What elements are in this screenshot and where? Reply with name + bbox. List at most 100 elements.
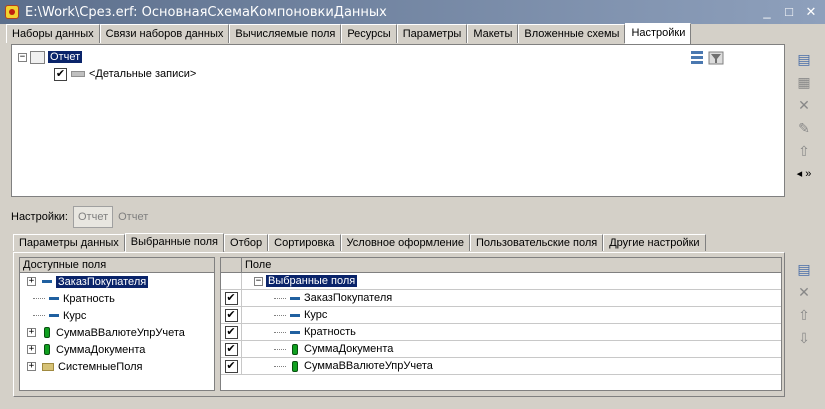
- check-column-header[interactable]: [221, 258, 242, 272]
- list-item[interactable]: + ЗаказПокупателя: [20, 273, 214, 290]
- table-row[interactable]: ✔ ЗаказПокупателя: [221, 289, 781, 307]
- expand-icon[interactable]: +: [27, 362, 36, 371]
- tab-dataset-links[interactable]: Связи наборов данных: [99, 24, 230, 43]
- delete-icon[interactable]: ✕: [795, 96, 813, 114]
- detail-records-icon: [71, 71, 85, 77]
- add-nested-icon[interactable]: ▦: [795, 73, 813, 91]
- settings-report-button[interactable]: Отчет: [73, 206, 114, 228]
- field-label[interactable]: Курс: [304, 309, 327, 321]
- field-icon: [290, 330, 300, 334]
- move-up-icon[interactable]: ⇧: [795, 306, 813, 324]
- table-row[interactable]: ✔ СуммаДокумента: [221, 340, 781, 358]
- available-fields-list[interactable]: Доступные поля + ЗаказПокупателя Кратнос…: [19, 257, 215, 391]
- title-bar: E:\Work\Срез.erf: ОсновнаяСхемаКомпоновк…: [0, 0, 825, 24]
- folder-icon: [42, 362, 54, 371]
- table-row[interactable]: ✔ Кратность: [221, 323, 781, 341]
- tree-line: [274, 365, 286, 367]
- field-label[interactable]: ЗаказПокупателя: [56, 275, 149, 288]
- tree-child-label[interactable]: <Детальные записи>: [89, 68, 196, 80]
- delete-field-icon[interactable]: ✕: [795, 283, 813, 301]
- field-icon: [290, 313, 300, 317]
- maximize-button[interactable]: □: [779, 3, 799, 20]
- tab-layouts[interactable]: Макеты: [467, 24, 519, 43]
- tree-row-report[interactable]: − Отчет: [18, 49, 83, 65]
- check-cell: [221, 272, 242, 290]
- field-icon: [49, 297, 59, 300]
- field-label[interactable]: СуммаДокумента: [304, 343, 393, 355]
- table-row[interactable]: ✔ СуммаВВалютеУпрУчета: [221, 357, 781, 375]
- detail-checkbox[interactable]: ✔: [54, 67, 67, 81]
- tree-root-label[interactable]: Отчет: [48, 51, 83, 63]
- list-item[interactable]: + СистемныеПоля: [20, 358, 214, 375]
- field-column-header[interactable]: Поле: [242, 258, 271, 272]
- add-field-icon[interactable]: ▤: [795, 260, 813, 278]
- tab-nested-schemas[interactable]: Вложенные схемы: [518, 24, 626, 43]
- selected-root-label[interactable]: Выбранные поля: [266, 275, 358, 287]
- top-tabs: Наборы данных Связи наборов данных Вычис…: [6, 23, 692, 44]
- field-icon: [42, 280, 52, 283]
- tab-conditional-format[interactable]: Условное оформление: [340, 234, 470, 251]
- tab-other-settings[interactable]: Другие настройки: [603, 234, 706, 251]
- resource-icon: [292, 360, 298, 372]
- tab-settings[interactable]: Настройки: [625, 23, 692, 44]
- field-label[interactable]: Кратность: [304, 326, 356, 338]
- field-checkbox[interactable]: ✔: [224, 325, 238, 339]
- field-checkbox[interactable]: ✔: [224, 291, 238, 305]
- selected-fields-grid[interactable]: Поле − Выбранные поля ✔ ЗаказПокупателя …: [220, 257, 782, 391]
- tab-parameters[interactable]: Параметры: [396, 24, 468, 43]
- tab-selected-fields[interactable]: Выбранные поля: [124, 233, 225, 252]
- app-icon: [5, 5, 19, 19]
- expand-icon[interactable]: +: [27, 345, 36, 354]
- tree-line: [274, 348, 286, 350]
- field-icon: [290, 296, 300, 300]
- table-row[interactable]: ✔ Курс: [221, 306, 781, 324]
- field-label[interactable]: СуммаВВалютеУпрУчета: [56, 327, 185, 339]
- list-item[interactable]: + СуммаВВалютеУпрУчета: [20, 324, 214, 341]
- filter-icon[interactable]: [708, 51, 724, 65]
- field-label[interactable]: СуммаДокумента: [56, 344, 145, 356]
- collapse-icon[interactable]: −: [254, 276, 263, 286]
- tab-datasets[interactable]: Наборы данных: [6, 24, 100, 43]
- list-item[interactable]: Кратность: [20, 290, 214, 307]
- field-checkbox[interactable]: ✔: [224, 359, 238, 373]
- tab-calculated-fields[interactable]: Вычисляемые поля: [229, 24, 342, 43]
- tab-sorting[interactable]: Сортировка: [268, 234, 341, 251]
- tree-line: [274, 331, 286, 333]
- add-group-icon[interactable]: ▤: [795, 50, 813, 68]
- field-label[interactable]: СуммаВВалютеУпрУчета: [304, 360, 433, 372]
- field-checkbox[interactable]: ✔: [224, 308, 238, 322]
- tree-row-detail[interactable]: ✔ <Детальные записи>: [54, 66, 196, 82]
- resource-icon: [44, 344, 50, 355]
- list-item[interactable]: + СуммаДокумента: [20, 341, 214, 358]
- settings-report-link[interactable]: Отчет: [118, 211, 148, 223]
- selected-fields-header: Поле: [221, 258, 781, 273]
- collapse-icon[interactable]: −: [18, 52, 27, 62]
- move-down-icon[interactable]: ⇩: [795, 329, 813, 347]
- available-fields-header[interactable]: Доступные поля: [20, 258, 214, 273]
- field-label[interactable]: СистемныеПоля: [58, 361, 142, 373]
- close-button[interactable]: ✕: [801, 3, 821, 20]
- tab-user-fields[interactable]: Пользовательские поля: [470, 234, 604, 251]
- tab-filter[interactable]: Отбор: [224, 234, 269, 251]
- list-item[interactable]: Курс: [20, 307, 214, 324]
- minimize-button[interactable]: _: [757, 3, 777, 20]
- move-up-icon[interactable]: ⇧: [795, 142, 813, 160]
- tab-data-parameters[interactable]: Параметры данных: [13, 234, 125, 251]
- table-row[interactable]: − Выбранные поля: [221, 272, 781, 290]
- tree-line: [33, 298, 45, 299]
- sub-tabs: Параметры данных Выбранные поля Отбор Со…: [13, 233, 706, 252]
- field-label[interactable]: Кратность: [63, 293, 115, 305]
- check-cell: ✔: [221, 289, 242, 307]
- field-label[interactable]: ЗаказПокупателя: [304, 292, 392, 304]
- expand-icon[interactable]: +: [27, 328, 36, 337]
- check-cell: ✔: [221, 340, 242, 358]
- tree-line: [274, 314, 286, 316]
- tab-resources[interactable]: Ресурсы: [341, 24, 397, 43]
- more-icon[interactable]: ◂ »: [795, 165, 813, 183]
- field-icon: [49, 314, 59, 317]
- edit-icon[interactable]: ✎: [795, 119, 813, 137]
- field-checkbox[interactable]: ✔: [224, 342, 238, 356]
- expand-icon[interactable]: +: [27, 277, 36, 286]
- field-label[interactable]: Курс: [63, 310, 86, 322]
- grouping-icon[interactable]: [691, 51, 703, 64]
